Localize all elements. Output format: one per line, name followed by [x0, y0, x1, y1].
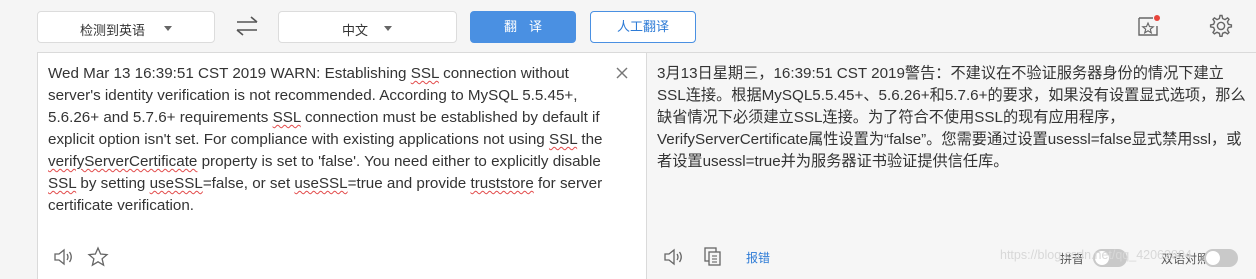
audio-icon[interactable] — [662, 247, 684, 267]
source-text-segment: =false, or set — [202, 175, 295, 192]
new-window-icon[interactable] — [1135, 14, 1163, 38]
toggle-knob — [1206, 251, 1220, 265]
translated-text: 3月13日星期三，16:39:51 CST 2019警告：不建议在不验证服务器身… — [657, 65, 1246, 170]
spellcheck-word: SSL — [272, 109, 301, 126]
favorite-icon[interactable] — [87, 246, 109, 268]
source-text-segment: by setting — [76, 175, 150, 192]
spellcheck-word: useSSL — [294, 175, 348, 192]
report-error-link[interactable]: 报错 — [746, 249, 770, 266]
spellcheck-word: SSL — [48, 175, 77, 192]
source-text[interactable]: Wed Mar 13 16:39:51 CST 2019 WARN: Estab… — [48, 63, 608, 217]
chevron-down-icon — [164, 26, 172, 31]
spellcheck-word: SSL — [548, 131, 578, 148]
human-translation-button[interactable]: 人工翻译 — [590, 11, 696, 43]
audio-icon[interactable] — [52, 247, 74, 267]
swap-icon[interactable] — [234, 14, 260, 38]
source-language-dropdown[interactable]: 检测到英语 — [37, 11, 215, 43]
close-icon[interactable] — [614, 65, 630, 81]
spellcheck-word: verifyServerCertificate — [48, 153, 198, 170]
spellcheck-word: SSL — [410, 65, 439, 82]
watermark: https://blog.csdn.net/qq_42062804 — [1000, 248, 1192, 262]
chevron-down-icon — [384, 26, 392, 31]
source-text-panel[interactable]: Wed Mar 13 16:39:51 CST 2019 WARN: Estab… — [37, 52, 647, 279]
source-text-segment: property is set to 'false'. You need eit… — [197, 153, 601, 170]
source-text-segment: Wed Mar 13 16:39:51 CST 2019 WARN: Estab… — [48, 65, 411, 82]
copy-icon[interactable] — [703, 246, 723, 268]
source-language-label: 检测到英语 — [80, 23, 146, 38]
target-language-dropdown[interactable]: 中文 — [278, 11, 457, 43]
translate-button[interactable]: 翻译 — [470, 11, 576, 43]
spellcheck-word: useSSL — [149, 175, 203, 192]
target-language-label: 中文 — [342, 23, 369, 38]
settings-icon[interactable] — [1207, 13, 1233, 39]
spellcheck-word: truststore — [470, 175, 534, 192]
bilingual-toggle[interactable] — [1204, 249, 1238, 267]
result-panel: 3月13日星期三，16:39:51 CST 2019警告：不建议在不验证服务器身… — [647, 52, 1256, 279]
source-text-segment: the — [577, 131, 603, 148]
source-text-segment: =true and provide — [347, 175, 471, 192]
